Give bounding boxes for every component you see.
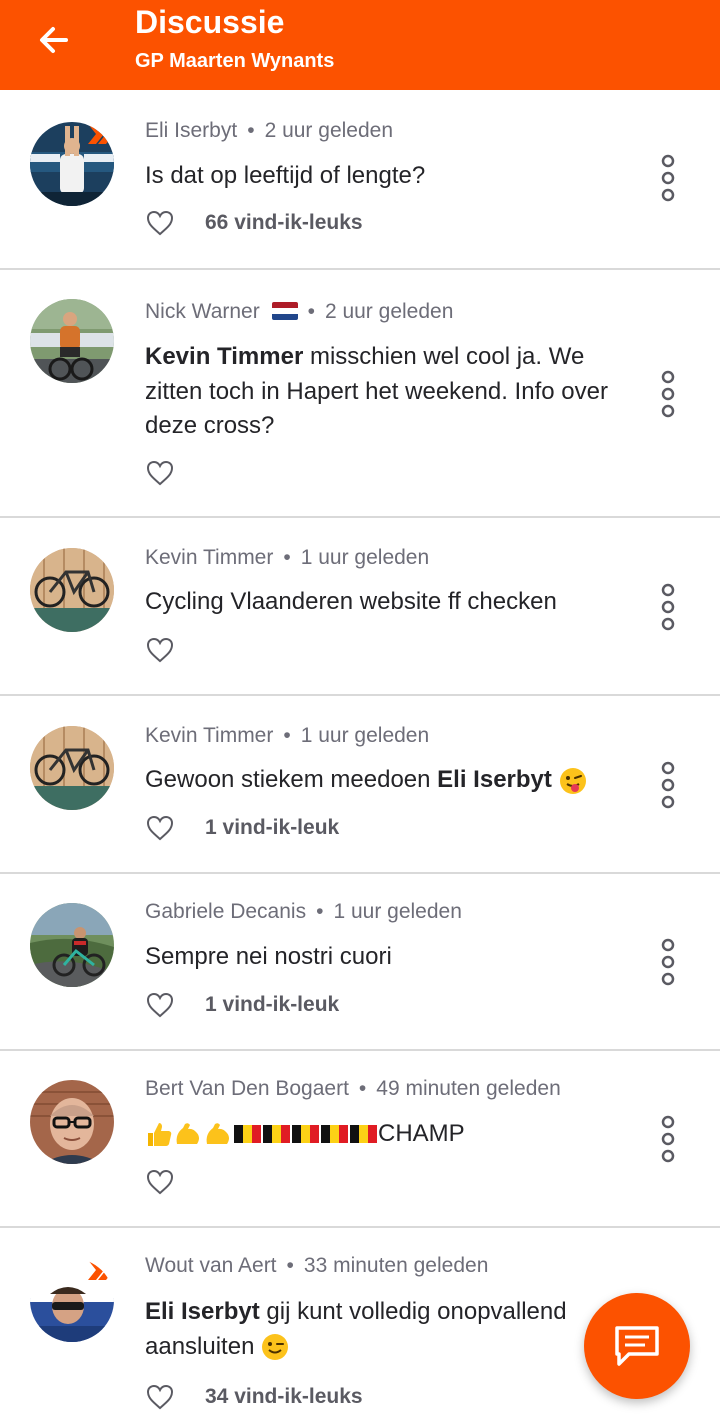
- mention-link[interactable]: Eli Iserbyt: [437, 766, 552, 793]
- new-comment-button[interactable]: [584, 1293, 690, 1399]
- like-row: [145, 1166, 205, 1198]
- more-vertical-icon: [661, 154, 675, 202]
- back-button[interactable]: [30, 16, 78, 64]
- comment-time: 1 uur geleden: [300, 546, 430, 569]
- comment-time: 1 uur geleden: [333, 900, 462, 923]
- more-vertical-icon: [661, 1115, 675, 1163]
- avatar[interactable]: [30, 1258, 114, 1342]
- comment-text: CHAMP: [145, 1117, 615, 1152]
- more-options-button[interactable]: [656, 583, 680, 631]
- nl-flag-icon: [271, 302, 298, 320]
- comment-meta: Eli Iserbyt • 2 uur geleden: [145, 119, 394, 142]
- comment-text: Cycling Vlaanderen website ff checken: [145, 588, 557, 615]
- comment-item: Eli Iserbyt • 2 uur geleden Is dat op leef…: [0, 90, 720, 270]
- comment-time: 2 uur geleden: [324, 300, 454, 323]
- be-flag-icon: [263, 1125, 290, 1144]
- like-row: [145, 634, 205, 666]
- be-flag-icon: [292, 1125, 319, 1144]
- comment-author[interactable]: Nick Warner: [145, 300, 260, 323]
- comment-text: Gewoon stiekem meedoen Eli Iserbyt: [145, 763, 615, 798]
- comment-meta: Bert Van Den Bogaert • 49 minuten geleden: [145, 1077, 561, 1100]
- comment-meta: Kevin Timmer • 1 uur geleden: [145, 546, 430, 569]
- comment-text: Is dat op leeftijd of lengte?: [145, 162, 426, 189]
- more-vertical-icon: [661, 761, 675, 809]
- comment-text: Sempre nei nostri cuori: [145, 943, 392, 970]
- be-flag-icon: [350, 1125, 377, 1144]
- winking-tongue-emoji-icon: [559, 767, 586, 794]
- more-options-button[interactable]: [656, 154, 680, 202]
- like-count[interactable]: 34 vind-ik-leuks: [205, 1385, 363, 1409]
- like-count[interactable]: 66 vind-ik-leuks: [205, 211, 363, 235]
- like-row: 1 vind-ik-leuk: [145, 989, 339, 1021]
- mention-link[interactable]: Eli Iserbyt: [145, 1298, 260, 1325]
- like-row: 66 vind-ik-leuks: [145, 207, 363, 239]
- be-flag-icon: [321, 1125, 348, 1144]
- comment-item: Gabriele Decanis • 1 uur geleden Sempre ne…: [0, 874, 720, 1051]
- chat-bubble-icon: [615, 1326, 659, 1366]
- flexed-biceps-emoji-icon: [206, 1123, 229, 1145]
- comment-text: Eli Iserbyt gij kunt volledig onopvallen…: [145, 1298, 567, 1361]
- comment-time: 33 minuten geleden: [303, 1254, 489, 1277]
- more-vertical-icon: [661, 370, 675, 418]
- comment-item: Kevin Timmer • 1 uur geleden Gewoon stieke…: [0, 696, 720, 874]
- winking-face-emoji-icon: [262, 1334, 289, 1361]
- comment-text: Kevin Timmer misschien wel cool ja. We z…: [145, 343, 608, 439]
- page-title: Discussie: [135, 4, 285, 40]
- comment-time: 1 uur geleden: [300, 724, 430, 747]
- heart-outline-icon[interactable]: [145, 209, 175, 237]
- like-row: [145, 457, 205, 489]
- more-vertical-icon: [661, 583, 675, 631]
- comment-item: Kevin Timmer • 1 uur geleden Cycling Vlaan…: [0, 518, 720, 696]
- comment-item: Bert Van Den Bogaert • 49 minuten geleden …: [0, 1051, 720, 1228]
- more-options-button[interactable]: [656, 761, 680, 809]
- more-options-button[interactable]: [656, 938, 680, 986]
- comment-author[interactable]: Wout van Aert: [145, 1254, 277, 1277]
- be-flag-icon: [234, 1125, 261, 1144]
- comment-author[interactable]: Bert Van Den Bogaert: [145, 1077, 349, 1100]
- heart-outline-icon[interactable]: [145, 459, 175, 487]
- avatar[interactable]: [30, 903, 114, 987]
- comment-time: 49 minuten geleden: [376, 1077, 561, 1100]
- heart-outline-icon[interactable]: [145, 1383, 175, 1411]
- like-count[interactable]: 1 vind-ik-leuk: [205, 993, 339, 1017]
- avatar[interactable]: [30, 548, 114, 632]
- more-options-button[interactable]: [656, 1115, 680, 1163]
- comment-item: Nick Warner • 2 uur geleden Kevin Timmer …: [0, 270, 720, 518]
- avatar[interactable]: [30, 299, 114, 383]
- avatar[interactable]: [30, 1080, 114, 1164]
- thumbs-up-emoji-icon: [148, 1123, 172, 1147]
- comment-author[interactable]: Kevin Timmer: [145, 546, 273, 569]
- app-header: Discussie GP Maarten Wynants: [0, 0, 720, 90]
- page-subtitle: GP Maarten Wynants: [135, 50, 335, 72]
- heart-outline-icon[interactable]: [145, 991, 175, 1019]
- heart-outline-icon[interactable]: [145, 636, 175, 664]
- comment-meta: Nick Warner • 2 uur geleden: [145, 300, 454, 323]
- like-row: 1 vind-ik-leuk: [145, 812, 339, 844]
- comment-meta: Gabriele Decanis • 1 uur geleden: [145, 900, 462, 923]
- comment-meta: Kevin Timmer • 1 uur geleden: [145, 724, 430, 747]
- more-vertical-icon: [661, 938, 675, 986]
- comment-time: 2 uur geleden: [264, 119, 394, 142]
- heart-outline-icon[interactable]: [145, 814, 175, 842]
- avatar[interactable]: [30, 726, 114, 810]
- comment-author[interactable]: Eli Iserbyt: [145, 119, 237, 142]
- more-options-button[interactable]: [656, 370, 680, 418]
- like-count[interactable]: 1 vind-ik-leuk: [205, 816, 339, 840]
- like-row: 34 vind-ik-leuks: [145, 1381, 363, 1413]
- heart-outline-icon[interactable]: [145, 1168, 175, 1196]
- flexed-biceps-emoji-icon: [176, 1123, 199, 1145]
- avatar[interactable]: [30, 122, 114, 206]
- mention-link[interactable]: Kevin Timmer: [145, 343, 303, 370]
- arrow-left-icon: [40, 27, 68, 53]
- comment-meta: Wout van Aert • 33 minuten geleden: [145, 1254, 489, 1277]
- comment-author[interactable]: Kevin Timmer: [145, 724, 273, 747]
- comment-author[interactable]: Gabriele Decanis: [145, 900, 306, 923]
